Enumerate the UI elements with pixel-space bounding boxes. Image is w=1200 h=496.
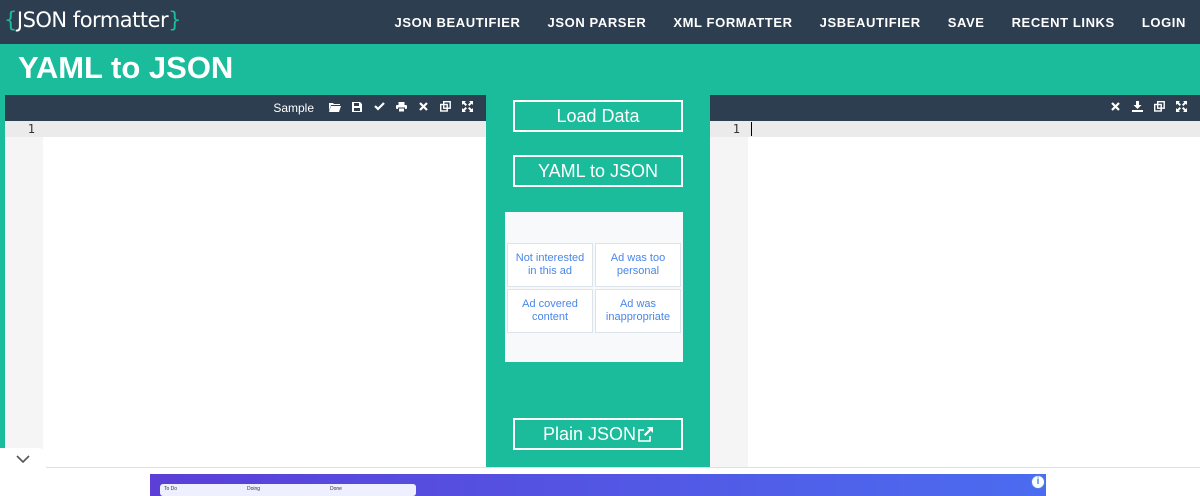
line-number: 1 xyxy=(27,122,35,136)
ad-info-icon[interactable]: i xyxy=(1031,475,1045,489)
nav-login[interactable]: LOGIN xyxy=(1142,15,1186,30)
ad-banner-image[interactable]: To Do Doing Done xyxy=(150,474,1046,496)
chevron-down-icon xyxy=(16,450,30,468)
top-navbar: {JSON formatter} JSON BEAUTIFIER JSON PA… xyxy=(0,0,1200,44)
print-icon[interactable] xyxy=(390,101,412,115)
folder-open-icon[interactable] xyxy=(324,102,346,115)
save-icon[interactable] xyxy=(346,101,368,115)
download-icon[interactable] xyxy=(1126,101,1148,115)
load-data-button[interactable]: Load Data xyxy=(513,100,683,132)
output-editor-textarea[interactable]: 1 xyxy=(710,121,1200,473)
input-editor: Sample 1 xyxy=(5,95,486,467)
line-number: 1 xyxy=(732,122,740,136)
copy-icon[interactable] xyxy=(1148,100,1170,115)
input-editor-toolbar: Sample xyxy=(5,95,486,121)
ad-option-inappropriate[interactable]: Ad was inappropriate xyxy=(595,289,681,333)
nav-xml-formatter[interactable]: XML FORMATTER xyxy=(673,15,792,30)
nav-save[interactable]: SAVE xyxy=(948,15,985,30)
fullscreen-icon[interactable] xyxy=(1170,101,1192,115)
clear-icon[interactable] xyxy=(412,102,434,114)
line-gutter xyxy=(5,121,43,467)
input-editor-textarea[interactable]: 1 xyxy=(5,121,486,467)
ad-feedback-panel: Not interested in this ad Ad was too per… xyxy=(505,212,683,362)
nav-json-beautifier[interactable]: JSON BEAUTIFIER xyxy=(395,15,521,30)
ad-option-covered-content[interactable]: Ad covered content xyxy=(507,289,593,333)
logo-text: JSON formatter xyxy=(16,8,169,32)
plain-json-label: Plain JSON xyxy=(542,423,637,444)
ad-option-not-interested[interactable]: Not interested in this ad xyxy=(507,243,593,287)
ad-feedback-options: Not interested in this ad Ad was too per… xyxy=(507,243,681,333)
fullscreen-icon[interactable] xyxy=(456,101,478,115)
logo-open-brace: { xyxy=(4,8,17,32)
output-editor-toolbar xyxy=(710,95,1200,121)
page-title: YAML to JSON xyxy=(18,50,234,85)
sample-button[interactable]: Sample xyxy=(273,101,314,115)
active-line-highlight xyxy=(5,121,486,137)
collapse-ad-button[interactable] xyxy=(0,448,46,470)
clear-icon[interactable] xyxy=(1104,102,1126,114)
yaml-to-json-button[interactable]: YAML to JSON xyxy=(513,155,683,187)
output-editor: 1 xyxy=(710,95,1200,473)
line-gutter xyxy=(710,121,748,473)
banner-column-done: Done xyxy=(326,484,416,496)
logo-close-brace: } xyxy=(168,8,182,32)
text-cursor xyxy=(751,122,752,136)
banner-column-doing: Doing xyxy=(243,484,333,496)
ad-option-too-personal[interactable]: Ad was too personal xyxy=(595,243,681,287)
nav-json-parser[interactable]: JSON PARSER xyxy=(548,15,647,30)
nav-jsbeautifier[interactable]: JSBEAUTIFIER xyxy=(820,15,921,30)
nav-recent-links[interactable]: RECENT LINKS xyxy=(1012,15,1115,30)
site-logo[interactable]: {JSON formatter} xyxy=(4,8,182,32)
active-line-highlight xyxy=(710,121,1200,137)
external-link-icon xyxy=(638,426,654,442)
check-icon[interactable] xyxy=(368,102,390,114)
banner-column-todo: To Do xyxy=(160,484,250,496)
copy-icon[interactable] xyxy=(434,100,456,115)
main-nav: JSON BEAUTIFIER JSON PARSER XML FORMATTE… xyxy=(368,0,1187,44)
plain-json-button[interactable]: Plain JSON xyxy=(513,418,683,450)
